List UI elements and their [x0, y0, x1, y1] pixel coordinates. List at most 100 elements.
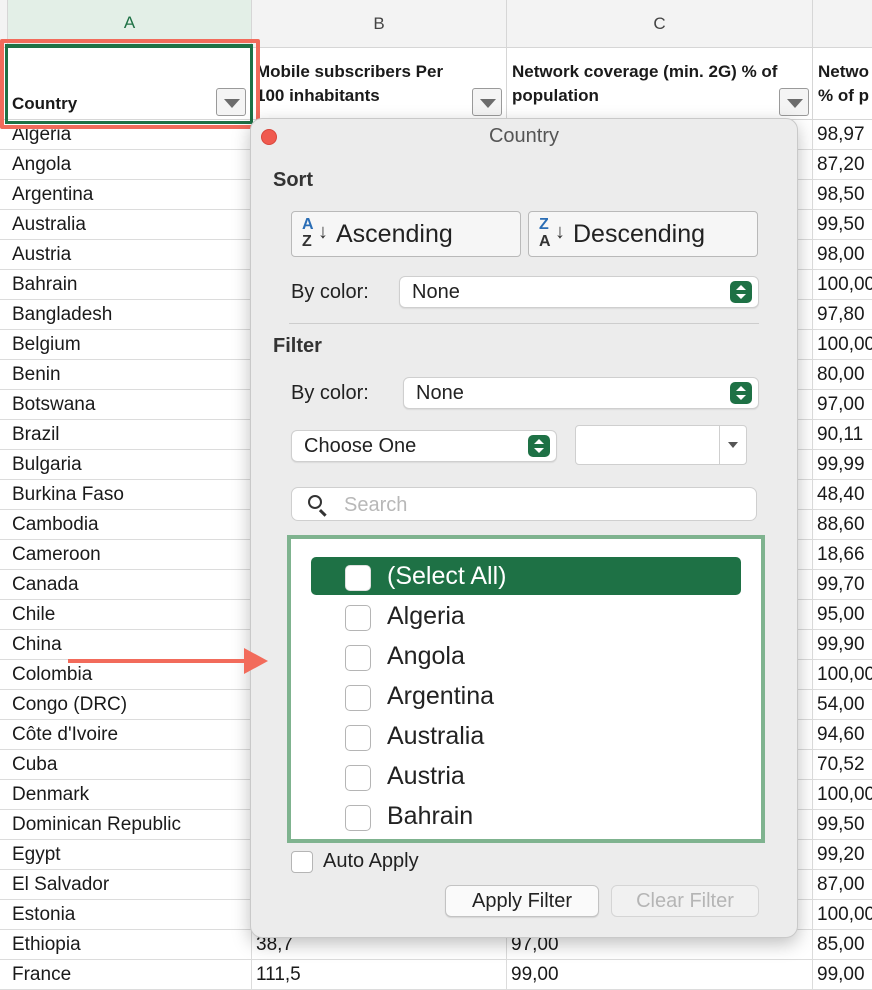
sort-descending-button[interactable]: Z A ↓ Descending	[528, 211, 758, 257]
auto-apply-checkbox[interactable]	[291, 851, 313, 873]
table-cell[interactable]: 100,00	[813, 270, 872, 300]
checkbox[interactable]	[345, 605, 371, 631]
table-cell[interactable]: 99,00	[813, 960, 872, 990]
table-cell[interactable]: 99,90	[813, 630, 872, 660]
table-cell[interactable]: Colombia	[0, 660, 252, 690]
table-cell[interactable]: 54,00	[813, 690, 872, 720]
select-value: Choose One	[304, 435, 417, 457]
table-cell[interactable]: Botswana	[0, 390, 252, 420]
filter-list-item[interactable]: Argentina	[311, 677, 741, 715]
table-cell[interactable]: Cuba	[0, 750, 252, 780]
table-cell[interactable]: Bangladesh	[0, 300, 252, 330]
table-cell[interactable]: 95,00	[813, 600, 872, 630]
checkbox[interactable]	[345, 685, 371, 711]
table-cell[interactable]: Congo (DRC)	[0, 690, 252, 720]
table-cell[interactable]: Australia	[0, 210, 252, 240]
table-cell[interactable]: Angola	[0, 150, 252, 180]
filter-dropdown-button[interactable]	[472, 88, 502, 116]
column-header-d[interactable]	[813, 0, 872, 48]
apply-filter-button[interactable]: Apply Filter	[445, 885, 599, 917]
table-cell[interactable]: 99,50	[813, 810, 872, 840]
table-cell[interactable]: 87,20	[813, 150, 872, 180]
table-cell[interactable]: 98,97	[813, 120, 872, 150]
arrow-down-icon: ↓	[555, 221, 565, 243]
table-cell[interactable]: Cameroon	[0, 540, 252, 570]
table-cell[interactable]: Cambodia	[0, 510, 252, 540]
sort-descending-icon: Z A ↓	[539, 215, 569, 253]
table-cell[interactable]: Ethiopia	[0, 930, 252, 960]
filter-list-item[interactable]: Australia	[311, 717, 741, 755]
filter-by-color-select[interactable]: None	[403, 377, 759, 409]
condition-select[interactable]: Choose One	[291, 430, 557, 462]
checkbox[interactable]	[345, 765, 371, 791]
table-cell[interactable]: 97,80	[813, 300, 872, 330]
table-cell[interactable]: 80,00	[813, 360, 872, 390]
header-cell-mobile-subscribers[interactable]: Mobile subscribers Per 100 inhabitants	[252, 48, 507, 120]
clear-filter-button[interactable]: Clear Filter	[611, 885, 759, 917]
select-all-item[interactable]: (Select All)	[311, 557, 741, 595]
filter-list-item[interactable]: Algeria	[311, 597, 741, 635]
table-cell[interactable]: 48,40	[813, 480, 872, 510]
table-cell[interactable]: 99,20	[813, 840, 872, 870]
table-cell[interactable]: 99,70	[813, 570, 872, 600]
table-cell[interactable]: 100,00	[813, 780, 872, 810]
table-cell[interactable]: 85,00	[813, 930, 872, 960]
table-cell[interactable]: 18,66	[813, 540, 872, 570]
table-cell[interactable]: El Salvador	[0, 870, 252, 900]
condition-value-combobox[interactable]	[575, 425, 747, 465]
table-cell[interactable]: Egypt	[0, 840, 252, 870]
table-cell[interactable]: Canada	[0, 570, 252, 600]
table-cell[interactable]: Burkina Faso	[0, 480, 252, 510]
header-cell-network-coverage[interactable]: Network coverage (min. 2G) % of populati…	[507, 48, 813, 120]
select-stepper-icon	[528, 435, 550, 457]
table-cell[interactable]: 98,00	[813, 240, 872, 270]
sort-by-color-select[interactable]: None	[399, 276, 759, 308]
table-cell[interactable]: 100,00	[813, 330, 872, 360]
table-cell[interactable]: Brazil	[0, 420, 252, 450]
column-header-c[interactable]: C	[507, 0, 813, 48]
table-cell[interactable]: 100,00	[813, 660, 872, 690]
checkbox[interactable]	[345, 645, 371, 671]
column-header-b[interactable]: B	[252, 0, 507, 48]
table-cell[interactable]: 90,11	[813, 420, 872, 450]
table-cell[interactable]: 98,50	[813, 180, 872, 210]
checkbox[interactable]	[345, 565, 371, 591]
table-cell[interactable]: Belgium	[0, 330, 252, 360]
header-cell-network-partial[interactable]: Netwo % of p	[813, 48, 872, 120]
search-field[interactable]	[291, 487, 757, 521]
chevron-down-icon[interactable]	[728, 442, 738, 448]
table-cell[interactable]: 97,00	[813, 390, 872, 420]
table-cell[interactable]: 94,60	[813, 720, 872, 750]
search-input[interactable]	[342, 490, 746, 520]
table-cell[interactable]: Côte d'Ivoire	[0, 720, 252, 750]
table-cell[interactable]: 99,99	[813, 450, 872, 480]
table-cell[interactable]: Austria	[0, 240, 252, 270]
table-cell[interactable]: 100,00	[813, 900, 872, 930]
table-cell[interactable]: China	[0, 630, 252, 660]
filter-values-list[interactable]: (Select All) Algeria Angola Argentina Austra…	[287, 535, 765, 843]
checkbox[interactable]	[345, 725, 371, 751]
filter-list-item[interactable]: Austria	[311, 757, 741, 795]
checkbox[interactable]	[345, 805, 371, 831]
filter-item-label: Angola	[387, 642, 465, 670]
table-cell[interactable]: Denmark	[0, 780, 252, 810]
table-cell[interactable]: Bahrain	[0, 270, 252, 300]
table-cell[interactable]: Dominican Republic	[0, 810, 252, 840]
table-cell[interactable]: 88,60	[813, 510, 872, 540]
table-cell[interactable]: France	[0, 960, 252, 990]
table-cell[interactable]: Argentina	[0, 180, 252, 210]
table-cell[interactable]: 70,52	[813, 750, 872, 780]
filter-dropdown-button[interactable]	[779, 88, 809, 116]
table-cell[interactable]: 87,00	[813, 870, 872, 900]
table-cell[interactable]: Benin	[0, 360, 252, 390]
table-cell[interactable]: 99,00	[507, 960, 813, 990]
table-cell[interactable]: Bulgaria	[0, 450, 252, 480]
filter-list-item[interactable]: Bahrain	[311, 797, 741, 835]
filter-list-item[interactable]: Angola	[311, 637, 741, 675]
table-cell[interactable]: Chile	[0, 600, 252, 630]
sort-heading: Sort	[273, 169, 313, 191]
table-cell[interactable]: 111,5	[252, 960, 507, 990]
table-cell[interactable]: 99,50	[813, 210, 872, 240]
sort-ascending-button[interactable]: A Z ↓ Ascending	[291, 211, 521, 257]
table-cell[interactable]: Estonia	[0, 900, 252, 930]
